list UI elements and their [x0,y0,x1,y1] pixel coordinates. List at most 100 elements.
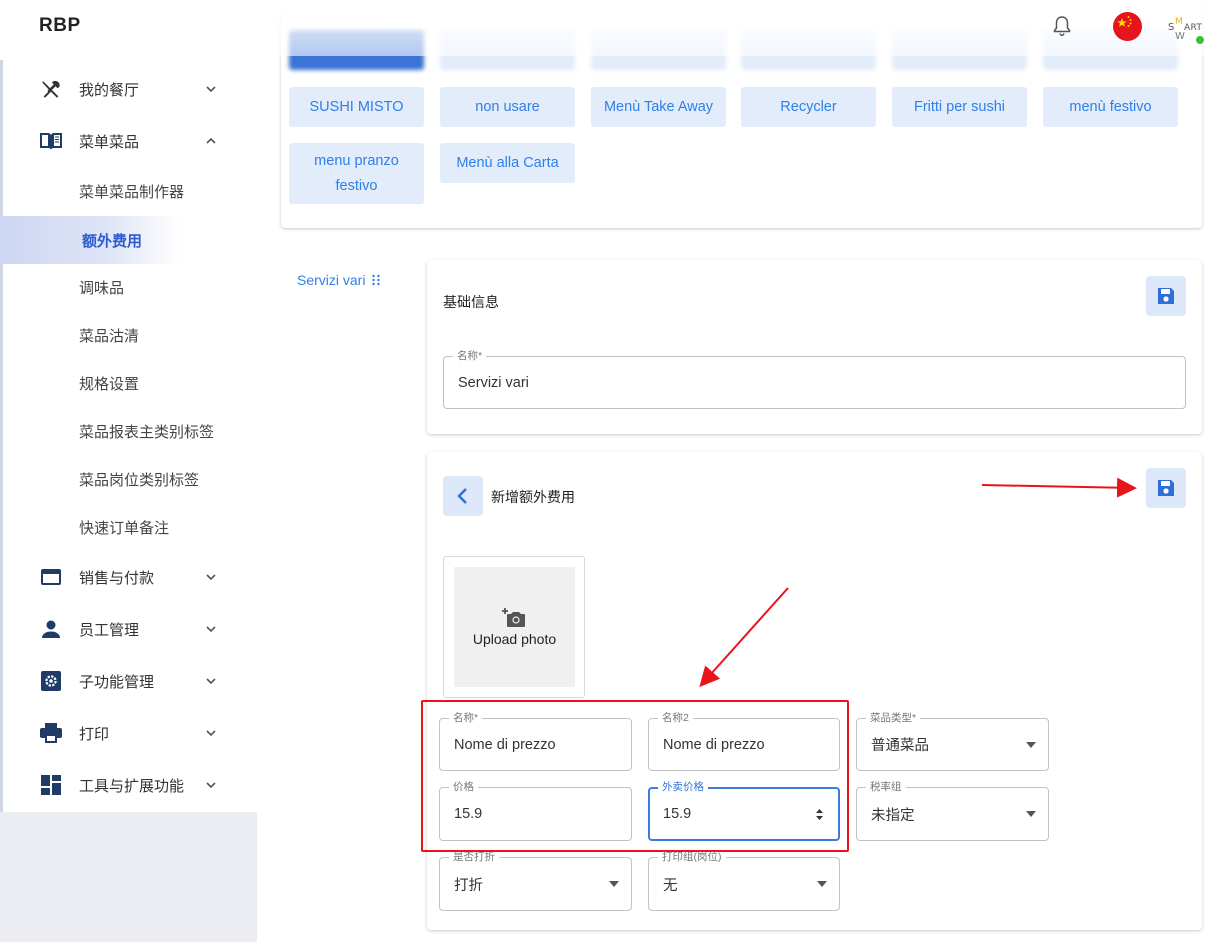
sidebar-subitem-label: 调味品 [79,279,125,297]
save-basic-info-button[interactable] [1146,276,1186,316]
new-extra-charge-title: 新增额外费用 [491,489,575,505]
name-field-value: Servizi vari [458,374,529,391]
svg-text:ART: ART [1184,23,1202,33]
price-name-field[interactable]: 名称* Nome di prezzo [439,712,632,771]
sidebar-subitem-menu-builder[interactable]: 菜单菜品制作器 [0,167,257,215]
online-status-dot [1195,35,1205,45]
menu-chip[interactable]: Menù alla Carta [440,143,575,183]
sidebar-item-subfunctions[interactable]: 子功能管理 [0,661,257,701]
menu-chip[interactable]: SUSHI MISTO [289,87,424,127]
save-icon [1158,480,1174,496]
upload-photo-label: Upload photo [472,631,557,647]
dropdown-caret-icon [1026,741,1036,748]
chevron-down-icon [206,730,216,737]
sidebar-subitem-sold-out[interactable]: 菜品沽清 [0,311,257,359]
dropdown-caret-icon [1026,811,1036,817]
menu-chip[interactable]: menu pranzo festivo [289,143,424,204]
sidebar-subitem-extra-charges[interactable]: 额外费用 [0,216,180,264]
settings-box-icon [39,669,63,693]
sidebar-subitem-label: 快速订单备注 [79,519,170,537]
sidebar-item-label: 员工管理 [79,621,140,639]
price-name2-field[interactable]: 名称2 Nome di prezzo [648,712,840,771]
sidebar-item-restaurant[interactable]: 我的餐厅 [0,69,257,109]
menu-chip[interactable]: menù festivo [1043,87,1178,127]
tax-group-select[interactable]: 税率组 未指定 [856,781,1049,841]
svg-text:S: S [1168,22,1175,33]
price-name2-value: Nome di prezzo [663,736,765,753]
upload-photo-button[interactable]: Upload photo [443,556,585,698]
section-label-servizi-vari[interactable]: Servizi vari [297,272,381,288]
sidebar-item-staff[interactable]: 员工管理 [0,609,257,649]
menu-chip[interactable]: non usare [440,87,575,127]
sidebar-item-print[interactable]: 打印 [0,713,257,753]
sidebar-item-label: 工具与扩展功能 [79,777,185,795]
sidebar-subitem-report-tags[interactable]: 菜品报表主类别标签 [0,407,257,455]
svg-text:W: W [1175,31,1185,42]
takeaway-price-field[interactable]: 外卖价格 15.9 [648,781,840,841]
sidebar-subitem-label: 菜品报表主类别标签 [79,423,215,441]
chevron-up-icon [206,137,216,144]
discount-value: 打折 [454,877,483,894]
basic-info-card: 基础信息 名称* Servizi vari [427,260,1202,434]
dish-type-value: 普通菜品 [871,738,929,754]
discount-select[interactable]: 是否打折 打折 [439,851,632,911]
dish-type-select[interactable]: 菜品类型* 普通菜品 [856,712,1049,771]
menu-chip[interactable]: Recycler [741,87,876,127]
sidebar-item-menu[interactable]: 菜单菜品 [0,121,257,161]
dropdown-caret-icon [817,881,827,887]
save-icon [1158,288,1174,304]
sidebar-subitem-quick-notes[interactable]: 快速订单备注 [0,503,257,551]
printer-icon [39,721,63,745]
chevron-down-icon [206,678,216,685]
takeaway-price-value: 15.9 [663,806,692,822]
sidebar-subitem-label: 菜品沽清 [79,327,140,345]
dashboard-icon [39,773,63,797]
sidebar-item-label: 我的餐厅 [79,81,140,99]
fork-knife-icon [39,77,63,101]
sidebar-subitem-label: 规格设置 [79,375,140,393]
sidebar-subitem-label: 菜品岗位类别标签 [79,471,200,489]
sidebar-subitem-station-tags[interactable]: 菜品岗位类别标签 [0,455,257,503]
price-name-value: Nome di prezzo [454,736,556,753]
credit-card-icon [39,565,63,589]
dropdown-caret-icon [609,881,619,887]
print-group-select[interactable]: 打印组(岗位) 无 [648,851,840,911]
tax-group-value: 未指定 [871,807,915,824]
smart-logo-icon[interactable]: S M ART W [1167,15,1209,45]
menu-chip[interactable]: Fritti per sushi [892,87,1027,127]
sidebar-item-label: 销售与付款 [79,569,155,587]
svg-text:M: M [1175,17,1183,27]
sidebar-item-label: 子功能管理 [79,673,155,691]
topbar [257,0,1226,56]
name-field[interactable]: 名称* Servizi vari [443,350,1186,409]
sidebar-subitem-label: 额外费用 [82,232,143,250]
drag-handle-icon[interactable] [371,274,381,286]
print-group-value: 无 [663,877,678,894]
sidebar-subitem-condiments[interactable]: 调味品 [0,263,257,311]
chevron-down-icon [206,86,216,93]
app-brand: RBP [39,15,81,36]
sidebar-item-label: 菜单菜品 [79,133,140,151]
chevron-down-icon [206,574,216,581]
language-flag-icon[interactable] [1113,12,1142,41]
menu-chip[interactable]: Menù Take Away [591,87,726,127]
chevron-down-icon [206,626,216,633]
sidebar-item-label: 打印 [79,725,110,743]
menu-book-icon [39,129,63,153]
sidebar-item-sales[interactable]: 销售与付款 [0,557,257,597]
bell-icon[interactable] [1052,15,1072,37]
number-stepper-icon[interactable] [815,807,824,822]
sidebar-subitem-specs[interactable]: 规格设置 [0,359,257,407]
person-icon [39,617,63,641]
sidebar-item-tools[interactable]: 工具与扩展功能 [0,765,257,805]
sidebar-subitem-label: 菜单菜品制作器 [79,183,185,201]
save-extra-charge-button[interactable] [1146,468,1186,508]
chevron-down-icon [206,782,216,789]
add-photo-icon [501,608,525,627]
chevron-left-icon [457,488,467,504]
basic-info-title: 基础信息 [443,294,499,310]
price-field[interactable]: 价格 15.9 [439,781,632,841]
sidebar: RBP 我的餐厅 菜单菜品 菜单菜品制作器 额外费用 调味品 菜品沽清 规格设置… [0,0,257,942]
upload-photo-area: Upload photo [454,567,575,687]
back-button[interactable] [443,476,483,516]
